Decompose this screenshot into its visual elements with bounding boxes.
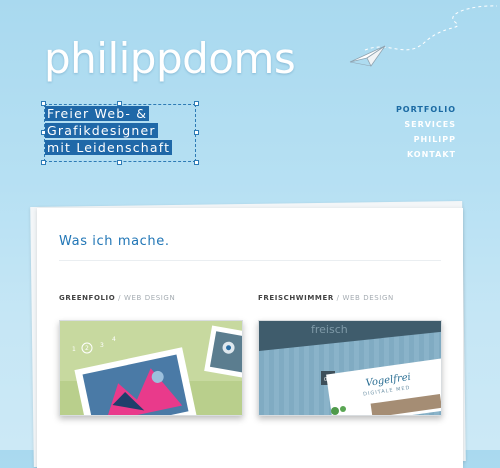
tagline-selection[interactable]: Freier Web- & Grafikdesigner mit Leidens… <box>41 101 199 165</box>
pagination-number: 3 <box>100 342 104 349</box>
site-logo[interactable]: philippdoms <box>44 34 296 83</box>
content-card: Was ich mache. GREENFOLIO / WEB DESIGN F… <box>37 208 463 468</box>
main-nav: PORTFOLIO SERVICES PHILIPP KONTAKT <box>396 102 456 162</box>
pagination-number: 1 <box>72 346 76 353</box>
greenfolio-preview-image: 1 2 3 4 <box>60 321 242 415</box>
project-thumbnail-greenfolio[interactable]: 1 2 3 4 <box>59 320 243 416</box>
project-heading: GREENFOLIO / WEB DESIGN <box>59 294 175 302</box>
project-separator: / <box>336 294 340 302</box>
nav-item-services[interactable]: SERVICES <box>396 117 456 132</box>
project-name[interactable]: FREISCHWIMMER <box>258 294 334 302</box>
project-category: WEB DESIGN <box>342 294 394 302</box>
resize-handle[interactable] <box>194 160 199 165</box>
nav-item-portfolio[interactable]: PORTFOLIO <box>396 102 456 117</box>
tagline-line: Grafikdesigner <box>45 123 158 138</box>
pagination-number: 2 <box>85 345 89 352</box>
resize-handle[interactable] <box>117 160 122 165</box>
tagline-text: Freier Web- & Grafikdesigner mit Leidens… <box>45 105 173 156</box>
project-category: WEB DESIGN <box>123 294 176 302</box>
paper-plane-icon <box>349 5 498 67</box>
tagline-line: mit Leidenschaft <box>45 140 173 155</box>
freischwimmer-preview-image: freisch 01 Vogelfrei DIGITALE MED <box>259 321 441 415</box>
section-title: Was ich mache. <box>59 234 170 249</box>
project-name[interactable]: GREENFOLIO <box>59 294 115 302</box>
resize-handle[interactable] <box>194 130 199 135</box>
pagination-number: 4 <box>112 336 116 343</box>
project-separator: / <box>118 294 122 302</box>
tagline-line: Freier Web- & <box>45 106 150 121</box>
resize-handle[interactable] <box>194 101 199 106</box>
nav-item-philipp[interactable]: PHILIPP <box>396 132 456 147</box>
resize-handle[interactable] <box>41 160 46 165</box>
preview-heading: freisch <box>311 323 348 336</box>
project-thumbnail-freischwimmer[interactable]: freisch 01 Vogelfrei DIGITALE MED <box>258 320 442 416</box>
nav-item-kontakt[interactable]: KONTAKT <box>396 147 456 162</box>
divider <box>59 260 441 261</box>
project-heading: FREISCHWIMMER / WEB DESIGN <box>258 294 394 302</box>
